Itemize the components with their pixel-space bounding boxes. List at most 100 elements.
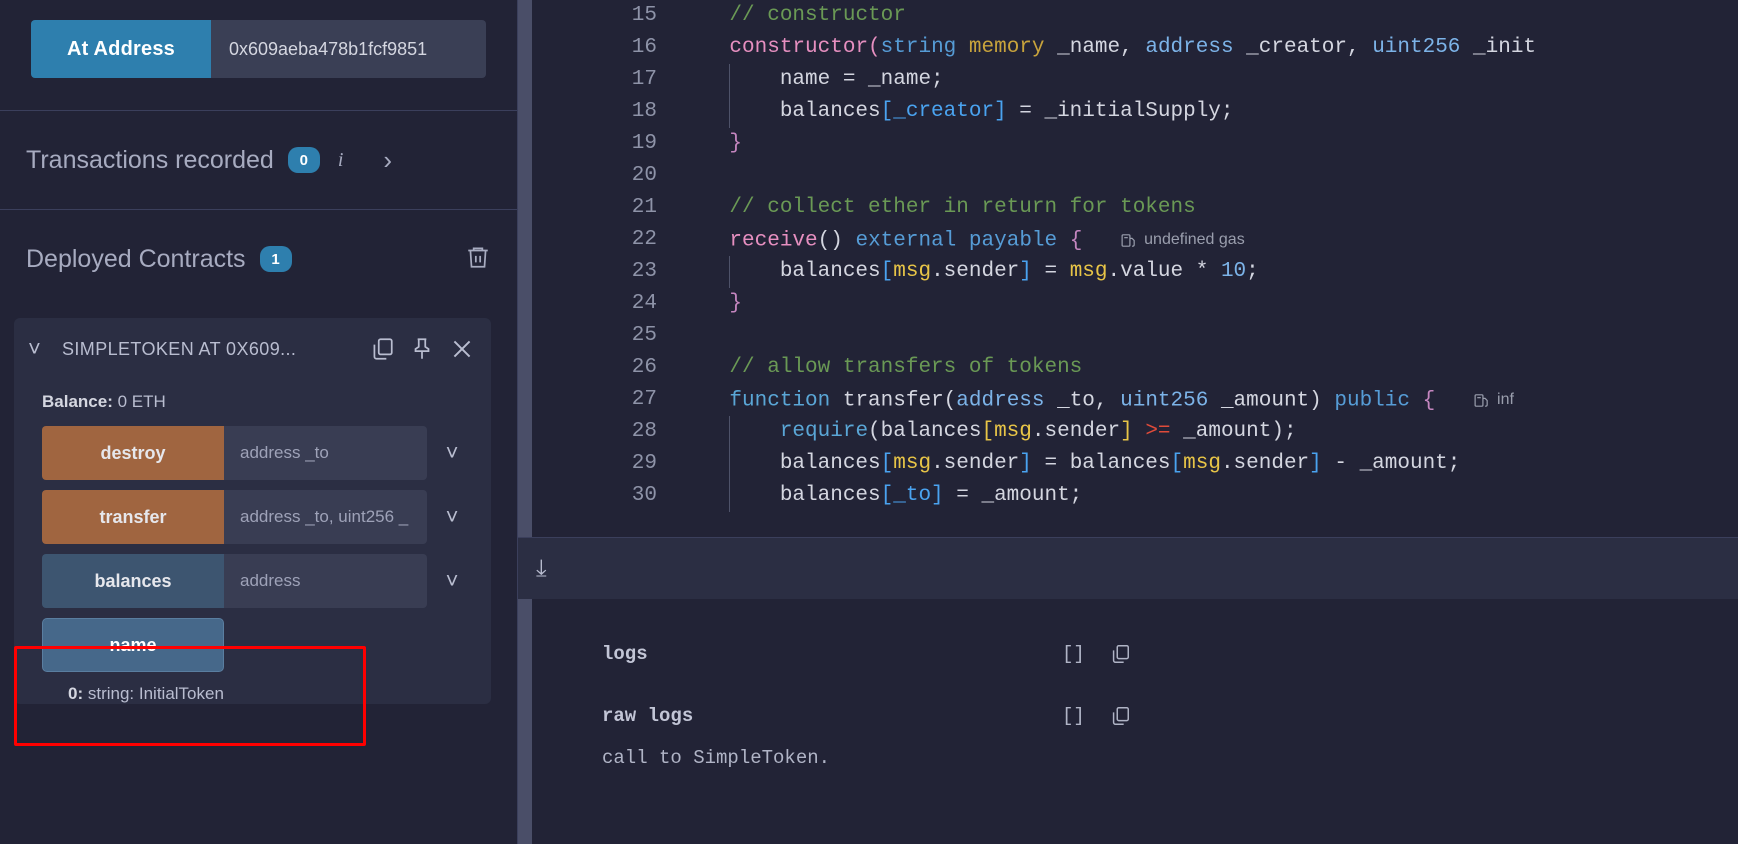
code-token: _name, [1044, 36, 1146, 59]
code-line[interactable]: // allow transfers of tokens [679, 352, 1738, 384]
copy-icon[interactable] [1109, 705, 1131, 727]
chevron-down-icon[interactable]: ˅ [28, 336, 62, 362]
line-number: 22 [631, 228, 657, 251]
terminal-output: logs [] raw logs [] call to SimpleToken. [518, 599, 1738, 844]
code-line[interactable]: // collect ether in return for tokens [679, 192, 1738, 224]
line-number: 30 [631, 484, 657, 507]
editor-scroll-strip[interactable] [518, 0, 532, 537]
code-line[interactable] [679, 320, 1738, 352]
remix-ide-window: At Address 0x609aeba478b1fcf9851 Transac… [0, 0, 1738, 844]
balances-input[interactable]: address [224, 554, 427, 608]
logs-label: logs [602, 643, 648, 665]
code-token: { [1069, 229, 1083, 253]
code-token: } [729, 292, 743, 315]
function-row-name: name 0: string: InitialToken [42, 618, 463, 704]
chevron-right-icon[interactable]: › [383, 145, 392, 176]
at-address-button[interactable]: At Address [31, 20, 211, 78]
chevron-down-icon[interactable]: ˅ [441, 568, 463, 594]
code-line[interactable]: balances[msg.sender] = msg.value * 10; [679, 256, 1738, 288]
code-line[interactable]: balances[_creator] = _initialSupply; [679, 96, 1738, 128]
gas-estimate-annotation: undefined gas [1120, 224, 1245, 256]
destroy-input[interactable]: address _to [224, 426, 427, 480]
code-token: [_to] [880, 484, 944, 507]
chevron-double-down-icon[interactable]: ⤓ [536, 556, 547, 581]
code-token: _amount) [1208, 389, 1335, 413]
code-line[interactable]: require(balances[msg.sender] >= _amount)… [679, 416, 1738, 448]
chevron-down-icon[interactable]: ˅ [441, 504, 463, 530]
code-token: } [729, 132, 743, 155]
name-result: 0: string: InitialToken [42, 672, 463, 704]
transfer-input[interactable]: address _to, uint256 _ [224, 490, 427, 544]
code-token: .sender [931, 260, 1020, 283]
contract-card-header: ˅ SIMPLETOKEN AT 0X609... [14, 318, 491, 380]
code-line[interactable]: } [679, 288, 1738, 320]
code-line[interactable] [679, 160, 1738, 192]
code-token: >= [1145, 420, 1171, 443]
transactions-recorded-label: Transactions recorded [26, 145, 274, 174]
pin-icon[interactable] [409, 336, 435, 362]
code-line[interactable]: receive() external payable { undefined g… [679, 224, 1738, 256]
balance-label: Balance: [42, 392, 113, 411]
terminal-toggle-bar[interactable]: ⤓ [518, 537, 1738, 599]
line-number: 23 [631, 260, 657, 283]
deployed-contracts-label: Deployed Contracts [26, 244, 246, 273]
at-address-row: At Address 0x609aeba478b1fcf9851 [31, 20, 486, 78]
transfer-button[interactable]: transfer [42, 490, 224, 544]
line-number: 24 [631, 292, 657, 315]
code-line[interactable]: function transfer(address _to, uint256 _… [679, 384, 1738, 416]
trash-icon[interactable] [465, 243, 491, 276]
code-token: [ [1170, 452, 1184, 475]
code-token: ] [1019, 452, 1032, 475]
code-token: name = _name; [679, 68, 944, 91]
code-token: _amount); [1170, 420, 1297, 443]
code-line[interactable]: } [679, 128, 1738, 160]
chevron-down-icon[interactable]: ˅ [441, 440, 463, 466]
code-line[interactable]: balances[_to] = _amount; [679, 480, 1738, 512]
code-content[interactable]: // constructor constructor(string memory… [679, 0, 1738, 537]
at-address-input[interactable]: 0x609aeba478b1fcf9851 [211, 20, 486, 78]
transactions-count-badge: 0 [287, 147, 320, 173]
code-line[interactable]: constructor(string memory _name, address… [679, 32, 1738, 64]
balances-button[interactable]: balances [42, 554, 224, 608]
info-icon[interactable]: i [338, 149, 344, 172]
code-token: receive [729, 229, 818, 253]
line-number: 16 [631, 36, 657, 59]
code-token: _init [1460, 36, 1537, 59]
code-token: ; [1246, 260, 1259, 283]
gas-estimate-text: undefined gas [1144, 231, 1245, 248]
code-token: function [729, 389, 831, 413]
code-token: memory [968, 36, 1045, 59]
code-token: payable [968, 229, 1058, 253]
code-token: external [855, 229, 957, 253]
destroy-button[interactable]: destroy [42, 426, 224, 480]
contract-name-label: SIMPLETOKEN AT 0X609... [62, 338, 297, 359]
code-token: uint256 [1372, 36, 1461, 59]
raw-logs-label: raw logs [602, 705, 694, 727]
copy-icon[interactable] [369, 336, 395, 362]
code-token: ] [1120, 420, 1133, 443]
line-number: 17 [631, 68, 657, 91]
code-token: ] [1309, 452, 1322, 475]
line-number: 27 [631, 388, 657, 411]
terminal-row-logs: logs [] [518, 623, 1738, 685]
code-token: ] [1019, 260, 1032, 283]
deployed-contract-card: ˅ SIMPLETOKEN AT 0X609... Balance: 0 ETH… [14, 318, 491, 704]
terminal-partial-text: call to SimpleToken. [602, 747, 831, 767]
copy-icon[interactable] [1109, 643, 1131, 665]
code-line[interactable]: balances[msg.sender] = balances[msg.send… [679, 448, 1738, 480]
function-row-balances: balances address ˅ [42, 554, 463, 608]
close-icon[interactable] [449, 336, 475, 362]
line-number: 25 [631, 324, 657, 347]
code-line[interactable]: // constructor [679, 0, 1738, 32]
code-line[interactable]: name = _name; [679, 64, 1738, 96]
line-number: 21 [631, 196, 657, 219]
name-button[interactable]: name [42, 618, 224, 672]
